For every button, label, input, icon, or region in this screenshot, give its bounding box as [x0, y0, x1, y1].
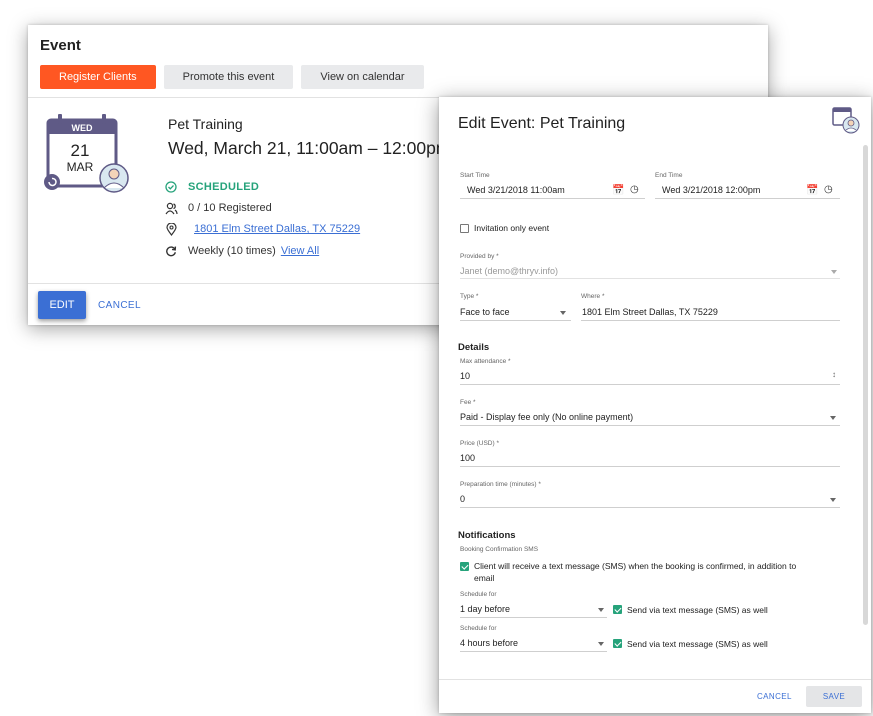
type-underline — [460, 320, 571, 321]
event-header: Event Register Clients Promote this even… — [28, 25, 768, 98]
dialog-save-button[interactable]: SAVE — [806, 686, 862, 707]
end-time-underline — [655, 198, 840, 199]
prep-time-caret-icon — [830, 498, 836, 502]
schedule2-sms-label: Send via text message (SMS) as well — [627, 639, 768, 649]
invitation-only-checkbox[interactable] — [460, 224, 469, 233]
recurrence-row: Weekly (10 times) View All — [164, 244, 319, 258]
promote-event-button[interactable]: Promote this event — [163, 65, 294, 89]
start-time-underline — [460, 198, 645, 199]
prep-time-label: Preparation time (minutes) * — [460, 481, 541, 488]
schedule2-caret-icon — [598, 642, 604, 646]
dialog-scrollbar[interactable] — [863, 145, 868, 625]
start-time-input[interactable]: Wed 3/21/2018 11:00am — [467, 185, 565, 195]
fee-select[interactable]: Paid - Display fee only (No online payme… — [460, 412, 633, 422]
event-card-title: Event — [40, 37, 81, 54]
dialog-title: Edit Event: Pet Training — [458, 115, 626, 132]
schedule2-underline — [460, 651, 607, 652]
stepper-icon[interactable]: ↕ — [832, 370, 836, 379]
calendar-icon-month: MAR — [67, 160, 94, 174]
where-underline — [581, 320, 840, 321]
provided-by-underline — [460, 278, 840, 279]
booking-sms-checkbox[interactable] — [460, 562, 469, 571]
start-clock-icon[interactable]: ◷ — [630, 184, 639, 195]
max-attendance-label: Max attendance * — [460, 358, 511, 365]
price-label: Price (USD) * — [460, 440, 500, 447]
notifications-heading: Notifications — [458, 530, 516, 541]
calendar-icon-date: 21 — [71, 141, 90, 160]
booking-sms-text-line1: Client will receive a text message (SMS)… — [474, 561, 797, 571]
check-circle-icon — [164, 180, 178, 194]
dialog-cancel-button[interactable]: CANCEL — [757, 692, 792, 701]
type-select[interactable]: Face to face — [460, 307, 510, 317]
address-link[interactable]: 1801 Elm Street Dallas, TX 75229 — [194, 223, 360, 235]
where-label: Where * — [581, 293, 605, 300]
calendar-icon-day: WED — [72, 123, 93, 133]
fee-label: Fee * — [460, 399, 476, 406]
dialog-footer: CANCEL SAVE — [439, 679, 871, 713]
registered-row: 0 / 10 Registered — [164, 201, 272, 215]
schedule1-select[interactable]: 1 day before — [460, 604, 510, 614]
booking-sms-text-line2: email — [474, 573, 495, 583]
booking-sms-label: Booking Confirmation SMS — [460, 546, 539, 553]
type-label: Type * — [460, 293, 479, 300]
schedule1-label: Schedule for — [460, 591, 497, 598]
view-on-calendar-button[interactable]: View on calendar — [301, 65, 424, 89]
price-input[interactable]: 100 — [460, 453, 475, 463]
provided-by-caret-icon — [831, 270, 837, 274]
event-name: Pet Training — [168, 116, 243, 132]
calendar-user-icon — [832, 107, 860, 134]
location-pin-icon — [164, 222, 178, 236]
schedule2-label: Schedule for — [460, 625, 497, 632]
registered-count: 0 / 10 Registered — [188, 202, 272, 214]
schedule1-underline — [460, 617, 607, 618]
event-actions: Register Clients Promote this event View… — [40, 65, 756, 89]
provided-by-label: Provided by * — [460, 253, 499, 260]
edit-event-dialog: Edit Event: Pet Training Start Time Wed … — [439, 97, 871, 713]
users-icon — [164, 201, 178, 215]
prep-time-select[interactable]: 0 — [460, 494, 465, 504]
provided-by-select[interactable]: Janet (demo@thryv.info) — [460, 266, 558, 276]
type-caret-icon — [560, 311, 566, 315]
recurrence-text: Weekly (10 times) — [188, 245, 276, 257]
status-badge: SCHEDULED — [188, 181, 260, 193]
schedule2-select[interactable]: 4 hours before — [460, 638, 518, 648]
register-clients-button[interactable]: Register Clients — [40, 65, 156, 89]
start-date-picker-icon[interactable]: 📅 — [612, 185, 624, 196]
details-heading: Details — [458, 342, 490, 353]
max-attendance-underline — [460, 384, 840, 385]
edit-button[interactable]: EDIT — [38, 291, 86, 319]
event-datetime: Wed, March 21, 11:00am – 12:00pm — [168, 138, 451, 158]
fee-underline — [460, 425, 840, 426]
schedule1-caret-icon — [598, 608, 604, 612]
max-attendance-input[interactable]: 10 — [460, 371, 470, 381]
end-date-picker-icon[interactable]: 📅 — [806, 185, 818, 196]
repeat-icon — [164, 244, 178, 258]
calendar-event-icon: WED 21 MAR — [44, 114, 129, 193]
status-row: SCHEDULED — [164, 180, 259, 194]
end-time-input[interactable]: Wed 3/21/2018 12:00pm — [662, 185, 760, 195]
address-row: 1801 Elm Street Dallas, TX 75229 — [164, 222, 360, 236]
price-underline — [460, 466, 840, 467]
fee-caret-icon — [830, 416, 836, 420]
schedule1-sms-label: Send via text message (SMS) as well — [627, 605, 768, 615]
event-cancel-button[interactable]: CANCEL — [98, 300, 141, 311]
end-time-label: End Time — [655, 172, 683, 179]
view-all-link[interactable]: View All — [281, 245, 319, 257]
invitation-only-label: Invitation only event — [474, 223, 550, 233]
schedule2-sms-checkbox[interactable] — [613, 639, 622, 648]
start-time-label: Start Time — [460, 172, 490, 179]
prep-time-underline — [460, 507, 840, 508]
where-input[interactable]: 1801 Elm Street Dallas, TX 75229 — [582, 307, 718, 317]
end-clock-icon[interactable]: ◷ — [824, 184, 833, 195]
schedule1-sms-checkbox[interactable] — [613, 605, 622, 614]
